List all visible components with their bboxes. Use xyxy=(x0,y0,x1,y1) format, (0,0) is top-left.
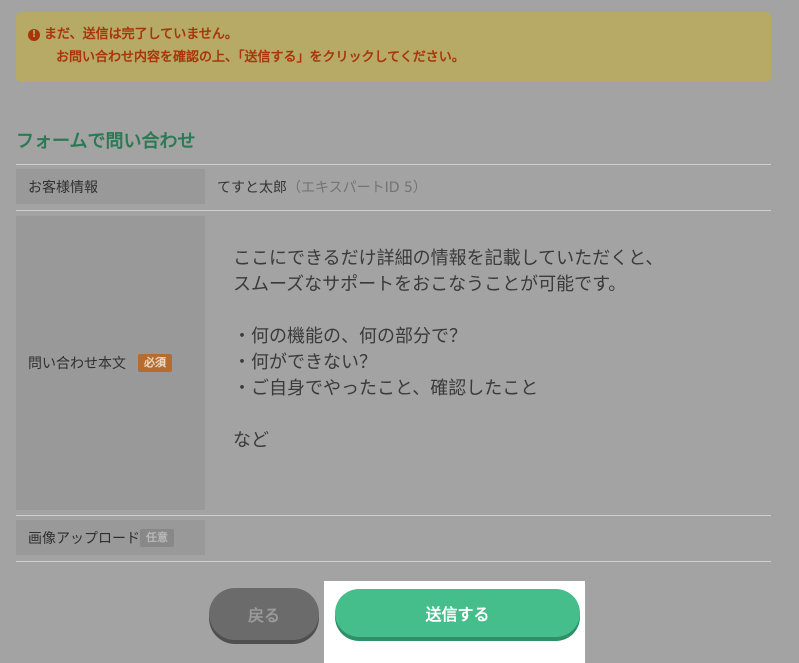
optional-badge: 任意 xyxy=(140,528,174,547)
customer-info-label-text: お客様情報 xyxy=(28,179,98,196)
divider xyxy=(16,210,771,211)
divider xyxy=(16,164,771,165)
image-upload-label: 画像アップロード 任意 xyxy=(16,520,205,555)
expert-id: （エキスパートID 5） xyxy=(287,180,427,196)
divider xyxy=(16,561,771,562)
customer-info-value: てすと太郎（エキスパートID 5） xyxy=(217,177,427,197)
back-button[interactable]: 戻る xyxy=(209,588,319,640)
inquiry-body-label-text: 問い合わせ本文 xyxy=(28,356,126,372)
alert-instruction: お問い合わせ内容を確認の上、「送信する」をクリックしてください。 xyxy=(56,50,465,65)
required-badge: 必須 xyxy=(138,354,172,372)
inquiry-body-label: 問い合わせ本文 必須 xyxy=(16,216,205,510)
divider xyxy=(16,515,771,516)
alert-line-1: ! まだ、送信は完了していません。 xyxy=(28,23,759,46)
customer-name: てすと太郎 xyxy=(217,180,287,196)
alert-line-2: お問い合わせ内容を確認の上、「送信する」をクリックしてください。 xyxy=(28,46,759,69)
submit-button[interactable]: 送信する xyxy=(335,589,580,637)
image-upload-label-text: 画像アップロード xyxy=(28,530,140,547)
warning-alert: ! まだ、送信は完了していません。 お問い合わせ内容を確認の上、「送信する」をク… xyxy=(16,12,771,82)
exclamation-circle-icon: ! xyxy=(28,28,40,41)
form-title: フォームで問い合わせ xyxy=(16,131,196,152)
customer-info-label: お客様情報 xyxy=(16,169,205,204)
inquiry-body-textarea[interactable]: ここにできるだけ詳細の情報を記載していただくと、 スムーズなサポートをおこなうこ… xyxy=(217,216,771,510)
alert-message: まだ、送信は完了していません。 xyxy=(44,27,238,42)
